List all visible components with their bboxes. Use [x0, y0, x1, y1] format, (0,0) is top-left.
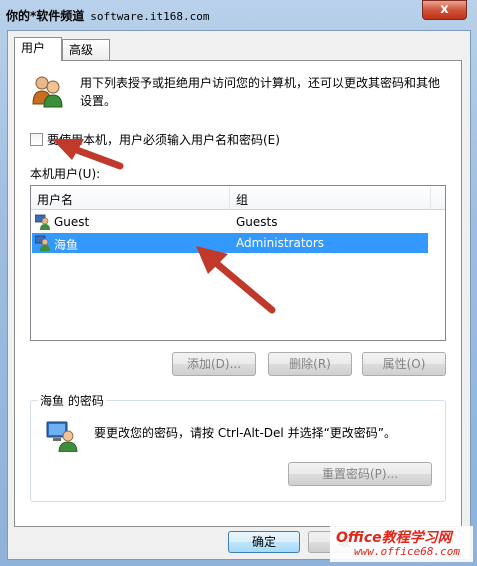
- user-group: Administrators: [236, 236, 325, 250]
- top-watermark: 你的*软件频道 software.it168.com: [6, 7, 210, 24]
- bottom-watermark-title: Office教程学习网: [336, 530, 452, 546]
- user-row-guest[interactable]: Guest Guests: [32, 212, 428, 232]
- intro-text: 用下列表授予或拒绝用户访问您的计算机，还可以更改其密码和其他设置。: [80, 76, 441, 108]
- password-groupbox: [30, 400, 446, 502]
- add-user-button[interactable]: 添加(D)...: [172, 352, 256, 376]
- users-list-label: 本机用户(U):: [30, 167, 101, 181]
- users-icon: [32, 76, 63, 108]
- require-password-checkbox[interactable]: [30, 133, 43, 146]
- require-password-label[interactable]: 要使用本机，用户必须输入用户名和密码(E): [47, 131, 280, 148]
- tab-users[interactable]: 用户: [14, 37, 62, 61]
- password-group-label: 海鱼 的密码: [38, 392, 106, 409]
- top-watermark-text: 你的*软件频道: [6, 9, 85, 23]
- password-instructions: 要更改您的密码，请按 Ctrl-Alt-Del 并选择“更改密码”。: [94, 426, 397, 440]
- reset-password-button[interactable]: 重置密码(P)...: [288, 462, 432, 486]
- tab-advanced[interactable]: 高级: [62, 39, 110, 61]
- user-account-icon: [35, 214, 50, 230]
- properties-button[interactable]: 属性(O): [362, 352, 446, 376]
- user-row-haiyu[interactable]: 海鱼 Administrators: [32, 233, 428, 253]
- column-divider[interactable]: [430, 187, 431, 209]
- top-watermark-site: software.it168.com: [90, 10, 210, 23]
- bottom-watermark-url: www.office68.com: [354, 545, 460, 558]
- user-account-icon: [35, 235, 50, 251]
- remove-user-button[interactable]: 删除(R): [268, 352, 352, 376]
- column-divider[interactable]: [229, 187, 230, 209]
- column-header-username[interactable]: 用户名: [37, 191, 73, 208]
- column-header-group[interactable]: 组: [236, 191, 248, 208]
- ok-button[interactable]: 确定: [228, 531, 300, 553]
- user-name: 海鱼: [54, 238, 79, 252]
- user-name: Guest: [54, 215, 90, 229]
- close-button[interactable]: x: [422, 0, 467, 20]
- user-monitor-icon: [46, 421, 78, 452]
- close-icon: x: [440, 2, 449, 17]
- user-group: Guests: [236, 215, 278, 229]
